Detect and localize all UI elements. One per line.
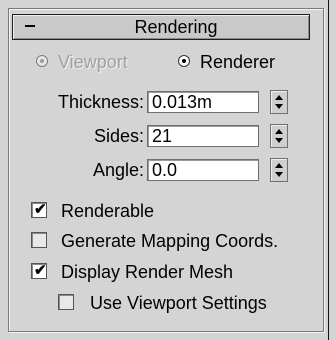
use-viewport-settings-label: Use Viewport Settings (90, 293, 267, 313)
panel-edge (328, 0, 329, 340)
radio-viewport: Viewport (36, 50, 156, 74)
checkmark-icon: ✔ (34, 201, 47, 218)
rendering-rollout-header[interactable]: Rendering (12, 14, 310, 40)
sides-label: Sides: (93, 126, 144, 146)
use-viewport-settings-checkbox[interactable] (58, 294, 74, 310)
sides-spinner[interactable] (270, 124, 288, 148)
renderable-checkbox-row[interactable]: ✔ Renderable (31, 199, 311, 223)
generate-mapping-checkbox-row[interactable]: Generate Mapping Coords. (31, 229, 321, 253)
radio-viewport-button (36, 55, 48, 67)
checkmark-icon: ✔ (34, 262, 47, 279)
minus-icon[interactable] (25, 25, 35, 27)
spinner-up-icon[interactable] (275, 129, 283, 134)
angle-label: Angle: (92, 160, 144, 180)
thickness-spinner[interactable] (270, 90, 288, 114)
renderable-label: Renderable (61, 201, 155, 221)
spinner-down-icon[interactable] (275, 104, 283, 109)
sides-input[interactable]: 21 (147, 125, 259, 147)
display-render-mesh-checkbox-row[interactable]: ✔ Display Render Mesh (31, 260, 311, 284)
radio-viewport-label: Viewport (58, 52, 128, 72)
angle-input[interactable]: 0.0 (147, 159, 259, 181)
spinner-down-icon[interactable] (275, 172, 283, 177)
generate-mapping-label: Generate Mapping Coords. (61, 231, 279, 251)
angle-spinner[interactable] (270, 158, 288, 182)
generate-mapping-checkbox[interactable] (31, 232, 47, 248)
thickness-input[interactable]: 0.013m (147, 91, 259, 113)
spinner-up-icon[interactable] (275, 95, 283, 100)
display-render-mesh-checkbox[interactable]: ✔ (31, 262, 47, 279)
radio-renderer-label: Renderer (200, 52, 276, 72)
renderable-checkbox[interactable]: ✔ (31, 201, 47, 218)
radio-renderer[interactable]: Renderer (178, 50, 308, 74)
radio-renderer-button[interactable] (178, 55, 190, 67)
spinner-up-icon[interactable] (275, 163, 283, 168)
rollout-title: Rendering (134, 17, 218, 37)
use-viewport-settings-checkbox-row[interactable]: Use Viewport Settings (58, 291, 318, 315)
spinner-down-icon[interactable] (275, 138, 283, 143)
thickness-label: Thickness: (57, 92, 144, 112)
display-render-mesh-label: Display Render Mesh (61, 262, 234, 282)
